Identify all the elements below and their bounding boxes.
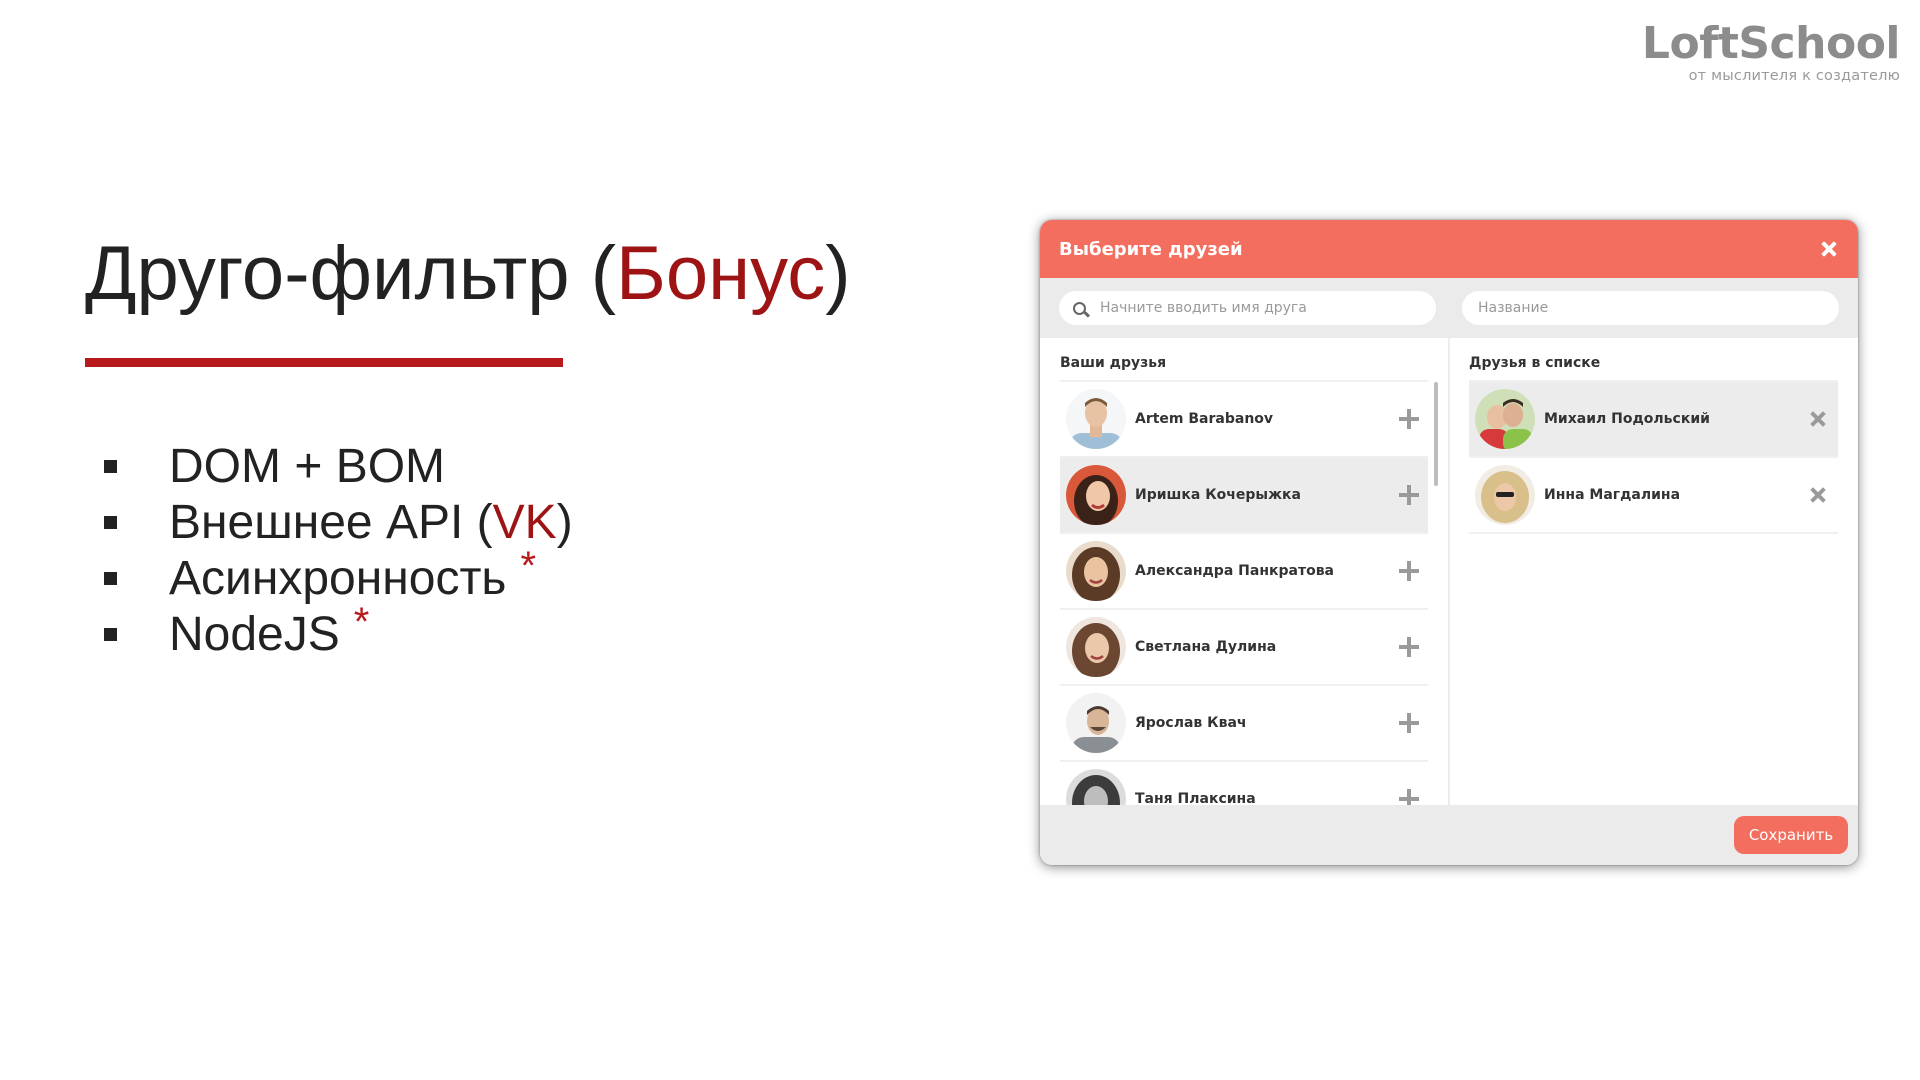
- modal-header: Выберите друзей: [1040, 220, 1858, 278]
- bullet-text: Асинхронность: [169, 551, 507, 605]
- friend-search-field: [1059, 291, 1436, 325]
- list-name-input[interactable]: [1476, 299, 1825, 317]
- avatar: [1475, 465, 1535, 525]
- loftschool-logo: LoftSchool от мыслителя к создателю: [1641, 18, 1901, 85]
- add-friend-plus-icon[interactable]: [1398, 484, 1420, 506]
- your-friends-list: Artem Barabanov Иришка Кочерыжка Алексан…: [1060, 382, 1448, 805]
- bullet-text: DOM + BOM: [169, 439, 446, 493]
- bullet-item: Внешнее API (VK): [104, 494, 573, 550]
- list-friend-item[interactable]: Михаил Подольский: [1469, 382, 1838, 458]
- bullet-square-icon: [104, 459, 117, 473]
- friend-search-input[interactable]: [1098, 299, 1422, 317]
- add-friend-plus-icon[interactable]: [1398, 560, 1420, 582]
- bullet-item: Асинхронность *: [104, 544, 573, 606]
- slide: LoftSchool от мыслителя к создателю Друг…: [0, 0, 1920, 1080]
- friend-name: Таня Плаксина: [1135, 791, 1256, 805]
- bullet-square-icon: [104, 515, 117, 529]
- title-accent: Бонус: [616, 231, 826, 316]
- avatar: [1066, 617, 1126, 677]
- friend-name: Светлана Дулина: [1135, 639, 1277, 655]
- friend-item[interactable]: Artem Barabanov: [1060, 382, 1428, 458]
- bullet-accent: VK: [492, 495, 557, 549]
- modal-footer: Сохранить: [1040, 805, 1858, 865]
- logo-wordmark: LoftSchool: [1641, 18, 1901, 69]
- remove-friend-x-icon[interactable]: [1808, 409, 1828, 429]
- list-friends-list: Михаил Подольский Инна Магдалина: [1469, 382, 1838, 534]
- friend-name: Иришка Кочерыжка: [1135, 487, 1301, 503]
- search-bar: [1040, 278, 1858, 338]
- avatar: [1066, 541, 1126, 601]
- list-friends-column: Друзья в списке Михаил Подольский Инна М…: [1450, 338, 1858, 805]
- bullet-text: Внешнее API (: [169, 495, 493, 549]
- search-icon: [1073, 301, 1086, 315]
- remove-friend-x-icon[interactable]: [1808, 485, 1828, 505]
- avatar: [1066, 465, 1126, 525]
- avatar: [1475, 389, 1535, 449]
- bullet-item: DOM + BOM: [104, 438, 573, 494]
- bullet-square-icon: [104, 627, 117, 641]
- add-friend-plus-icon[interactable]: [1398, 636, 1420, 658]
- friend-name: Михаил Подольский: [1544, 411, 1710, 427]
- friend-item[interactable]: Таня Плаксина: [1060, 762, 1428, 805]
- close-icon[interactable]: [1818, 238, 1840, 260]
- list-name-field: [1462, 291, 1839, 325]
- friend-item[interactable]: Светлана Дулина: [1060, 610, 1428, 686]
- friend-columns: Ваши друзья Artem Barabanov Иришка Кочер…: [1040, 338, 1858, 805]
- avatar: [1066, 693, 1126, 753]
- friend-name: Александра Панкратова: [1135, 563, 1335, 579]
- title-underline: [85, 358, 563, 367]
- your-friends-heading: Ваши друзья: [1060, 338, 1428, 382]
- save-button[interactable]: Сохранить: [1734, 816, 1848, 854]
- friend-item[interactable]: Александра Панкратова: [1060, 534, 1428, 610]
- asterisk-mark: *: [520, 543, 537, 588]
- title-main: Друго-фильтр (: [85, 231, 616, 316]
- friend-name: Artem Barabanov: [1135, 411, 1274, 427]
- logo-tagline: от мыслителя к создателю: [1688, 68, 1900, 84]
- friend-picker-modal: Выберите друзей Ваши друзья: [1040, 220, 1858, 865]
- add-friend-plus-icon[interactable]: [1398, 408, 1420, 430]
- title-close: ): [825, 231, 851, 316]
- friend-name: Инна Магдалина: [1544, 487, 1681, 503]
- add-friend-plus-icon[interactable]: [1398, 712, 1420, 734]
- friend-item[interactable]: Иришка Кочерыжка: [1060, 458, 1428, 534]
- bullet-suffix: ): [556, 495, 573, 549]
- slide-title: Друго-фильтр (Бонус): [85, 232, 851, 316]
- your-friends-column: Ваши друзья Artem Barabanov Иришка Кочер…: [1040, 338, 1450, 805]
- bullet-text: NodeJS: [169, 607, 340, 661]
- modal-title: Выберите друзей: [1059, 238, 1243, 260]
- asterisk-mark: *: [353, 599, 370, 644]
- avatar: [1066, 769, 1126, 805]
- bullet-list: DOM + BOM Внешнее API (VK) Асинхронность…: [104, 438, 573, 662]
- bullet-square-icon: [104, 571, 117, 585]
- avatar: [1066, 389, 1126, 449]
- friend-name: Ярослав Квач: [1135, 715, 1247, 731]
- bullet-item: NodeJS *: [104, 600, 573, 662]
- friends-scrollbar[interactable]: [1434, 382, 1438, 486]
- list-friends-heading: Друзья в списке: [1469, 338, 1838, 382]
- friend-item[interactable]: Ярослав Квач: [1060, 686, 1428, 762]
- add-friend-plus-icon[interactable]: [1398, 788, 1420, 805]
- list-friend-item[interactable]: Инна Магдалина: [1469, 458, 1838, 534]
